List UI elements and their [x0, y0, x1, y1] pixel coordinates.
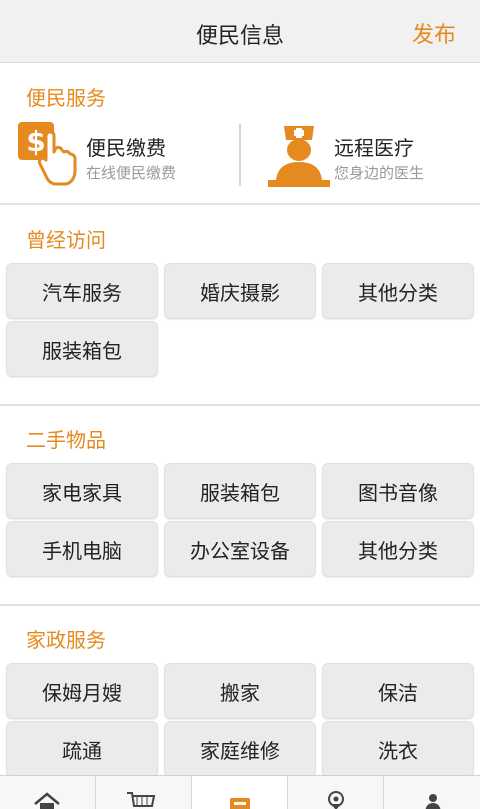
payment-service[interactable]: $ 便民缴费 在线便民缴费 — [16, 118, 226, 188]
housekeeping-category-button[interactable]: 洗衣 — [322, 721, 474, 777]
top-bar: 便民信息 发布 — [0, 0, 480, 63]
tab-cart[interactable] — [96, 776, 192, 809]
visited-category-button[interactable]: 服装箱包 — [6, 321, 158, 377]
visited-category-button[interactable]: 其他分类 — [322, 263, 474, 319]
payment-service-name: 便民缴费 — [86, 136, 166, 160]
telemedicine-service[interactable]: 远程医疗 您身边的医生 — [266, 118, 476, 188]
secondhand-category-button[interactable]: 其他分类 — [322, 521, 474, 577]
visited-category-button[interactable]: 汽车服务 — [6, 263, 158, 319]
payment-dollar-hand-icon: $ — [16, 118, 82, 192]
section-title-secondhand: 二手物品 — [26, 428, 106, 452]
section-title-housekeeping: 家政服务 — [26, 628, 106, 652]
tab-profile[interactable] — [384, 776, 480, 809]
payment-service-subtitle: 在线便民缴费 — [86, 164, 177, 182]
housekeeping-category-button[interactable]: 保姆月嫂 — [6, 663, 158, 719]
housekeeping-category-button[interactable]: 保洁 — [322, 663, 474, 719]
publish-button[interactable]: 发布 — [412, 17, 456, 49]
telemedicine-service-name: 远程医疗 — [334, 136, 414, 160]
housekeeping-category-button[interactable]: 疏通 — [6, 721, 158, 777]
service-divider — [239, 124, 241, 186]
section-separator — [0, 404, 480, 406]
telemedicine-service-subtitle: 您身边的医生 — [334, 164, 425, 182]
housekeeping-category-button[interactable]: 搬家 — [164, 663, 316, 719]
nurse-doctor-icon — [266, 120, 332, 194]
page-title: 便民信息 — [195, 24, 284, 49]
svg-text:$: $ — [26, 125, 45, 158]
secondhand-category-button[interactable]: 图书音像 — [322, 463, 474, 519]
section-title-convenience: 便民服务 — [26, 86, 106, 110]
secondhand-category-button[interactable]: 办公室设备 — [164, 521, 316, 577]
tab-location[interactable] — [288, 776, 384, 809]
tab-info[interactable] — [192, 776, 288, 809]
visited-category-button[interactable]: 婚庆摄影 — [164, 263, 316, 319]
section-title-visited: 曾经访问 — [26, 228, 106, 252]
secondhand-category-button[interactable]: 手机电脑 — [6, 521, 158, 577]
secondhand-category-button[interactable]: 家电家具 — [6, 463, 158, 519]
bottom-tab-bar — [0, 775, 480, 809]
housekeeping-category-button[interactable]: 家庭维修 — [164, 721, 316, 777]
secondhand-category-button[interactable]: 服装箱包 — [164, 463, 316, 519]
section-separator — [0, 604, 480, 606]
tab-home[interactable] — [0, 776, 96, 809]
section-separator — [0, 203, 480, 205]
